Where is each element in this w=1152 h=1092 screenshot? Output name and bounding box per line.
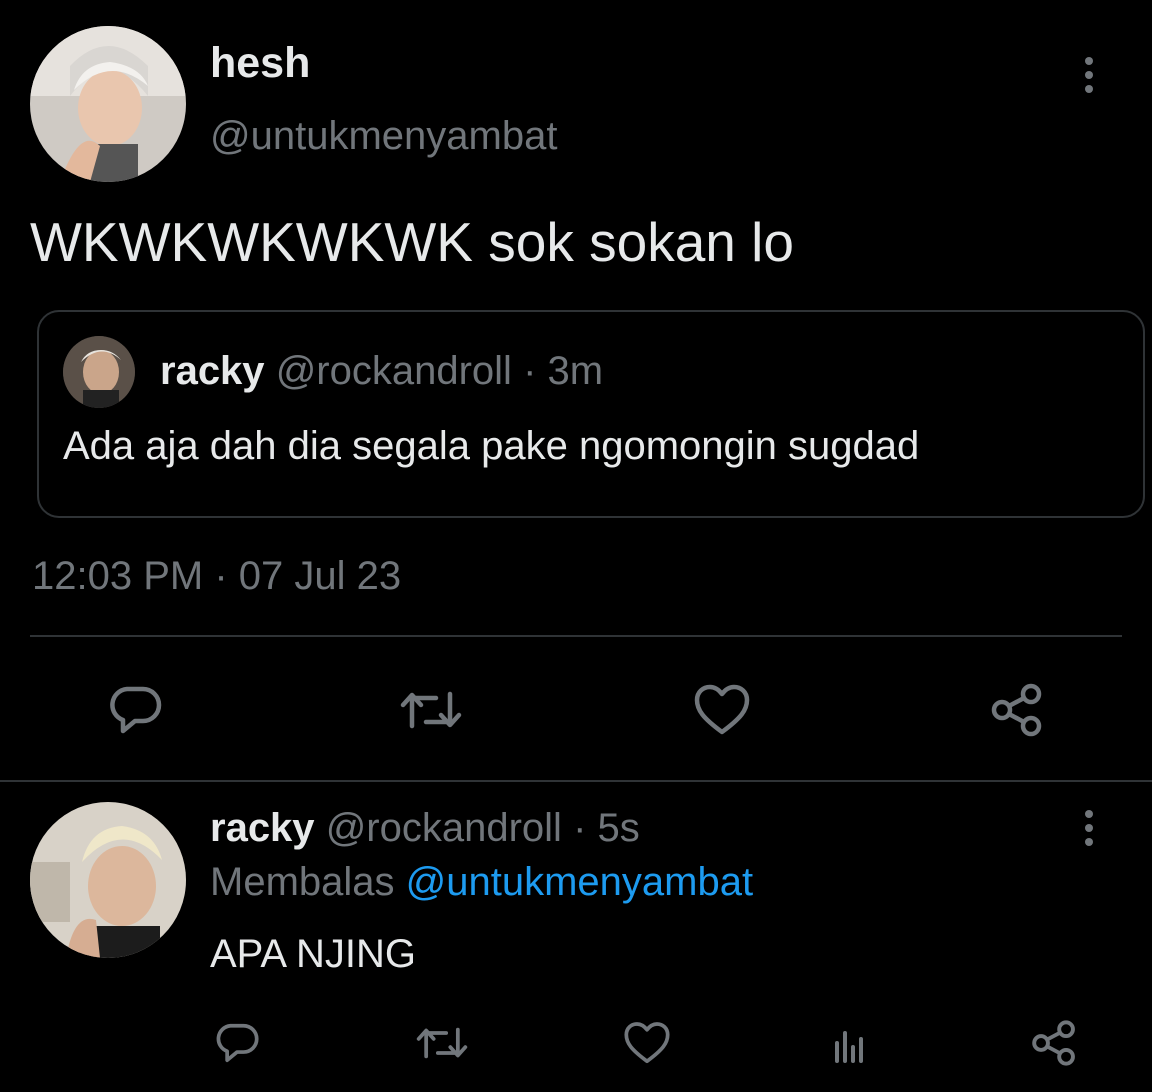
retweet-icon xyxy=(400,691,462,729)
reply-reply-button[interactable] xyxy=(210,1018,264,1068)
reply-header: racky @rockandroll · 5s xyxy=(210,804,640,852)
reply-time: · 5s xyxy=(573,806,640,850)
reply-author-handle[interactable]: @rockandroll xyxy=(326,806,562,850)
avatar-photo xyxy=(63,336,135,408)
more-options-icon[interactable] xyxy=(1069,47,1109,103)
quoted-tweet-time: · 3m xyxy=(523,349,604,393)
reply-like-button[interactable] xyxy=(620,1018,674,1068)
avatar-photo xyxy=(30,26,186,182)
reply-text: APA NJING xyxy=(210,932,416,976)
quoted-author-name: racky xyxy=(160,349,265,393)
tweet-timestamp: 12:03 PM · 07 Jul 23 xyxy=(32,554,402,598)
author-name[interactable]: hesh xyxy=(210,38,310,88)
analytics-icon xyxy=(835,1031,863,1063)
reply-retweet-button[interactable] xyxy=(412,1018,472,1068)
like-button[interactable] xyxy=(690,680,754,740)
tweet-text: WKWKWKWKWK sok sokan lo xyxy=(30,211,794,273)
quoted-tweet-header: racky @rockandroll · 3m xyxy=(160,347,603,395)
share-icon xyxy=(1032,1020,1075,1066)
reply-analytics-button[interactable] xyxy=(824,1018,874,1068)
quoted-author-handle: @rockandroll xyxy=(275,349,512,393)
reply-author-avatar[interactable] xyxy=(30,802,186,958)
reply-button[interactable] xyxy=(103,680,167,740)
reply-icon xyxy=(216,1023,259,1063)
reply-author-name[interactable]: racky xyxy=(210,806,315,850)
quoted-tweet-card[interactable] xyxy=(37,310,1145,518)
retweet-icon xyxy=(416,1027,468,1059)
like-icon xyxy=(624,1022,670,1064)
author-avatar[interactable] xyxy=(30,26,186,182)
replying-to-handle[interactable]: @untukmenyambat xyxy=(406,860,753,904)
reply-share-button[interactable] xyxy=(1026,1016,1082,1070)
replying-to-label: Membalas xyxy=(210,860,395,904)
author-handle[interactable]: @untukmenyambat xyxy=(210,112,557,160)
avatar-photo xyxy=(30,802,186,958)
quoted-author-avatar xyxy=(63,336,135,408)
quoted-tweet-text: Ada aja dah dia segala pake ngomongin su… xyxy=(63,424,920,468)
section-divider xyxy=(0,780,1152,782)
reply-more-options-icon[interactable] xyxy=(1069,800,1109,856)
share-button[interactable] xyxy=(985,678,1049,742)
replying-to: Membalas @untukmenyambat xyxy=(210,858,753,906)
reply-icon xyxy=(110,686,162,734)
like-icon xyxy=(694,684,750,735)
share-icon xyxy=(991,683,1042,737)
divider xyxy=(30,635,1122,637)
retweet-button[interactable] xyxy=(396,680,466,740)
